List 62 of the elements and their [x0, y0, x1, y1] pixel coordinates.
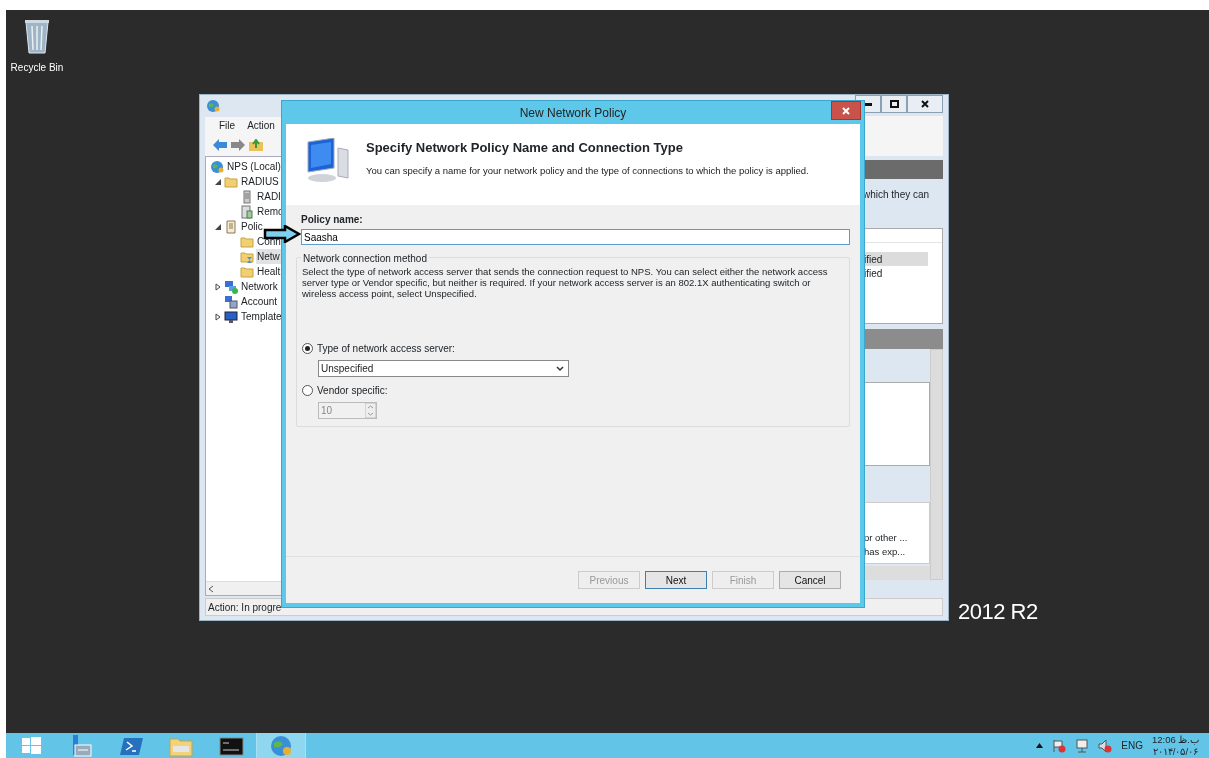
- language-indicator[interactable]: ENG: [1121, 738, 1143, 753]
- server-stack-icon: [240, 204, 254, 219]
- dialog-title: New Network Policy: [519, 104, 627, 122]
- tree-item[interactable]: NPS (Local): [226, 159, 282, 174]
- menu-item[interactable]: File: [219, 118, 236, 133]
- policy-name-field[interactable]: Saasha: [301, 229, 850, 245]
- maximize-button[interactable]: [881, 95, 907, 113]
- expanded-icon[interactable]: [214, 222, 222, 231]
- folder-hourglass-icon: [240, 249, 254, 264]
- command-prompt-icon[interactable]: [218, 734, 244, 757]
- network-icon[interactable]: [1075, 738, 1090, 753]
- tree-item[interactable]: RADIUS: [240, 174, 280, 189]
- globe-icon: [210, 159, 224, 174]
- menu-item[interactable]: Action: [247, 118, 275, 133]
- folder-icon: [240, 234, 254, 249]
- wizard-button[interactable]: Cancel: [779, 571, 841, 589]
- close-button[interactable]: [831, 101, 861, 120]
- radio-label[interactable]: Type of network access server:: [317, 341, 455, 356]
- maximize-icon[interactable]: [889, 100, 899, 108]
- tree-item[interactable]: Template: [240, 309, 283, 324]
- speaker-muted-icon[interactable]: [1098, 738, 1113, 753]
- tree-item[interactable]: Healt: [256, 264, 282, 279]
- field-label: Policy name:: [301, 213, 364, 227]
- page-description: You can specify a name for your network policy and the type of connections to which the policy is applied.: [366, 163, 809, 178]
- tree-item[interactable]: Account: [240, 294, 279, 309]
- tree-item[interactable]: Polic: [240, 219, 264, 234]
- tree-item[interactable]: Network: [240, 279, 279, 294]
- close-icon[interactable]: [921, 100, 929, 108]
- tree-item[interactable]: Conn: [256, 234, 282, 249]
- dropdown[interactable]: Unspecified: [318, 360, 569, 377]
- show-hidden-icons-icon[interactable]: [1036, 743, 1044, 748]
- clock[interactable]: 12:06 ب.ظ ۲۰۱۴/۰۵/۰۶: [1151, 734, 1199, 757]
- folder-icon: [224, 174, 238, 189]
- wizard-button[interactable]: Next: [645, 571, 707, 589]
- tree-item[interactable]: RADI: [256, 189, 282, 204]
- forward-arrow-icon[interactable]: [231, 139, 245, 151]
- desktop-icon-label[interactable]: Recycle Bin: [8, 60, 66, 75]
- computers-icon: [224, 294, 238, 309]
- group-description: Select the type of network access server that sends the connection request to NPS. You can select either the network access server type or Vendor specific, but neither is required. If your network access server is an 802.1X authenticating switch or wireless access point, select Unspecified.: [302, 267, 829, 301]
- globe-key-icon: [206, 99, 220, 113]
- chevron-down-icon[interactable]: [556, 365, 564, 372]
- page-heading: Specify Network Policy Name and Connection Type: [366, 139, 684, 157]
- back-arrow-icon[interactable]: [213, 139, 227, 151]
- flag-error-icon[interactable]: [1052, 738, 1067, 753]
- folder-up-icon[interactable]: [249, 139, 263, 151]
- expanded-icon[interactable]: [214, 177, 222, 186]
- list-row[interactable]: ified: [864, 252, 928, 266]
- scroll-icon: [224, 219, 238, 234]
- server-icon: [240, 189, 254, 204]
- monitor-icon: [224, 309, 238, 324]
- list-row[interactable]: has exp...: [864, 545, 929, 560]
- wallpaper-text: 2012 R2: [958, 598, 1038, 626]
- collapsed-icon[interactable]: [214, 282, 222, 291]
- vertical-scrollbar[interactable]: [930, 349, 943, 580]
- tree-item[interactable]: Netw: [256, 249, 281, 264]
- network-computers-icon: [224, 279, 238, 294]
- radio-button[interactable]: [302, 343, 313, 354]
- close-button[interactable]: [907, 95, 943, 113]
- collapsed-icon[interactable]: [214, 312, 222, 321]
- scroll-left-icon[interactable]: [206, 583, 216, 594]
- folder-icon: [240, 264, 254, 279]
- horizontal-scrollbar[interactable]: [863, 566, 930, 580]
